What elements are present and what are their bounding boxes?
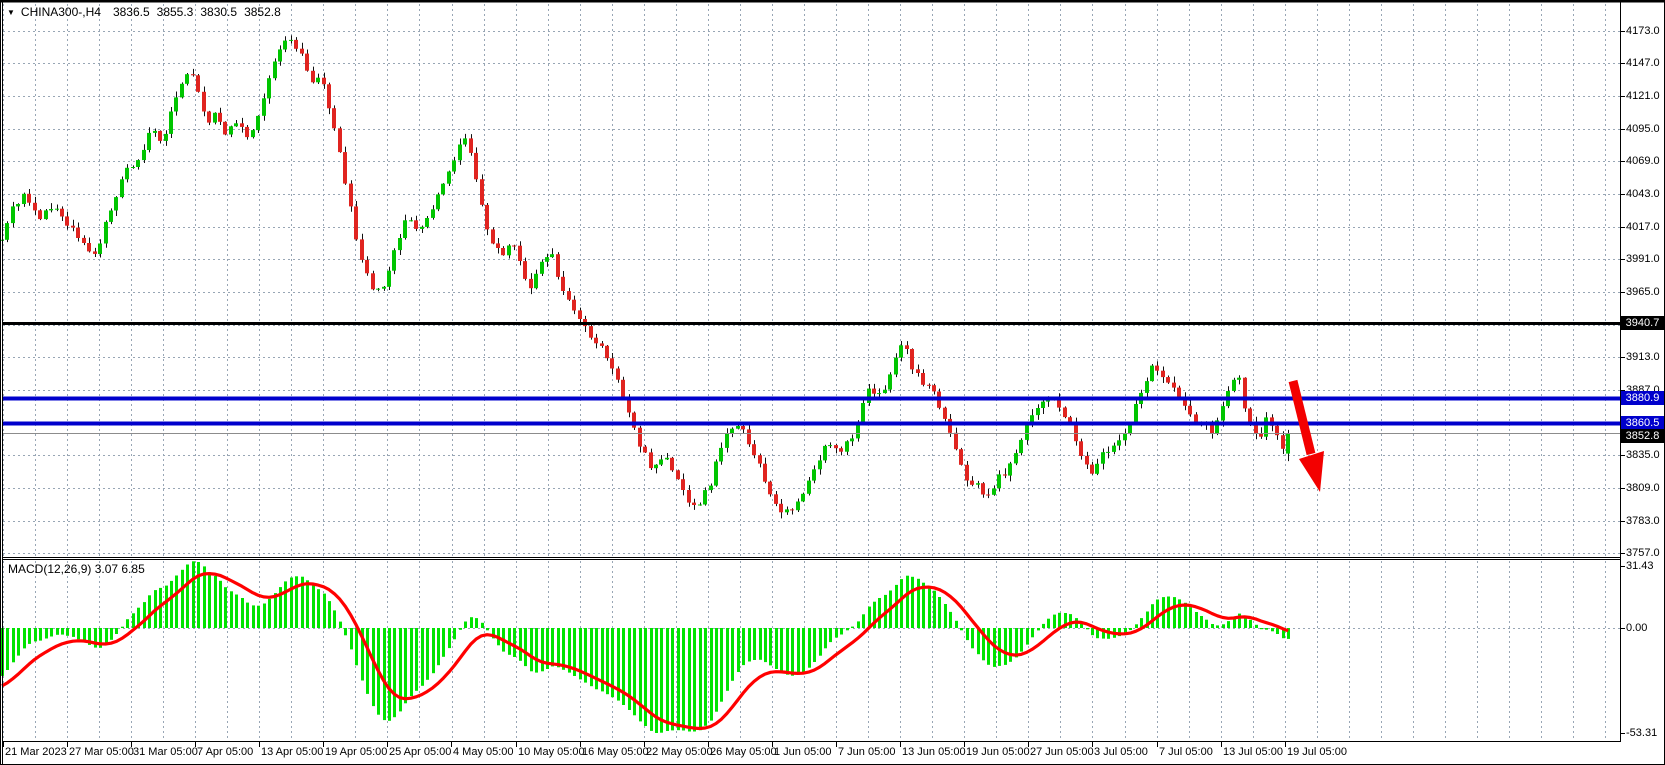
horizontal-levels-layer xyxy=(3,324,1620,434)
date-label: 21 Mar 2023 xyxy=(5,746,67,758)
date-label: 7 Jun 05:00 xyxy=(838,746,896,758)
date-label: 7 Jul 05:00 xyxy=(1159,746,1213,758)
price-tick-label: 4043.0 xyxy=(1626,188,1660,200)
price-level-badge: 3852.8 xyxy=(1621,429,1664,443)
date-label: 1 Jun 05:00 xyxy=(774,746,832,758)
date-label: 27 Mar 05:00 xyxy=(69,746,134,758)
price-tick-label: 3783.0 xyxy=(1626,515,1660,527)
price-tick-label: 3835.0 xyxy=(1626,449,1660,461)
grid-layer xyxy=(3,4,1620,740)
date-label: 10 May 05:00 xyxy=(518,746,585,758)
price-tick-label: 3757.0 xyxy=(1626,547,1660,559)
price-tick-label: 3965.0 xyxy=(1626,286,1660,298)
price-tick-label: 4069.0 xyxy=(1626,155,1660,167)
date-label: 19 Jul 05:00 xyxy=(1287,746,1347,758)
price-tick-label: 3809.0 xyxy=(1626,482,1660,494)
date-label: 19 Jun 05:00 xyxy=(966,746,1030,758)
price-tick-label: 4017.0 xyxy=(1626,221,1660,233)
price-tick-label: 3991.0 xyxy=(1626,253,1660,265)
price-tick-label: 4121.0 xyxy=(1626,90,1660,102)
macd-indicator-layer xyxy=(1,561,1290,733)
date-label: 13 Apr 05:00 xyxy=(261,746,323,758)
date-label: 26 May 05:00 xyxy=(710,746,777,758)
date-label: 31 Mar 05:00 xyxy=(133,746,198,758)
quote-high: 3855.3 xyxy=(157,5,194,19)
price-level-badge: 3940.7 xyxy=(1621,316,1664,330)
date-label: 22 May 05:00 xyxy=(646,746,713,758)
chart-canvas[interactable] xyxy=(0,0,1665,765)
macd-indicator-label: MACD(12,26,9) 3.07 6.85 xyxy=(8,562,145,576)
macd-tick-label: -53.31 xyxy=(1626,727,1657,739)
symbol-header: ▼ CHINA300-,H4 3836.5 3855.3 3830.5 3852… xyxy=(7,5,288,19)
date-label: 16 May 05:00 xyxy=(582,746,649,758)
macd-tick-label: 0.00 xyxy=(1626,622,1647,634)
date-label: 19 Apr 05:00 xyxy=(325,746,387,758)
macd-tick-label: 31.43 xyxy=(1626,560,1654,572)
price-level-badge: 3880.9 xyxy=(1621,391,1664,405)
candles-layer xyxy=(0,35,1290,518)
symbol-dropdown-icon[interactable]: ▼ xyxy=(7,8,15,17)
price-tick-label: 4147.0 xyxy=(1626,57,1660,69)
date-label: 3 Jul 05:00 xyxy=(1094,746,1148,758)
quote-open: 3836.5 xyxy=(113,5,150,19)
frame-layer xyxy=(0,0,1665,765)
price-tick-label: 4173.0 xyxy=(1626,25,1660,37)
quote-low: 3830.5 xyxy=(200,5,237,19)
mt4-chart-window: ▼ CHINA300-,H4 3836.5 3855.3 3830.5 3852… xyxy=(0,0,1665,765)
symbol-timeframe-label: CHINA300-,H4 xyxy=(21,5,101,19)
date-label: 27 Jun 05:00 xyxy=(1030,746,1094,758)
price-tick-label: 4095.0 xyxy=(1626,123,1660,135)
date-label: 4 May 05:00 xyxy=(453,746,514,758)
price-tick-label: 3913.0 xyxy=(1626,351,1660,363)
date-label: 25 Apr 05:00 xyxy=(389,746,451,758)
date-label: 7 Apr 05:00 xyxy=(197,746,253,758)
date-label: 13 Jun 05:00 xyxy=(902,746,966,758)
price-level-badge: 3860.5 xyxy=(1621,416,1664,430)
date-label: 13 Jul 05:00 xyxy=(1223,746,1283,758)
quote-close: 3852.8 xyxy=(244,5,281,19)
